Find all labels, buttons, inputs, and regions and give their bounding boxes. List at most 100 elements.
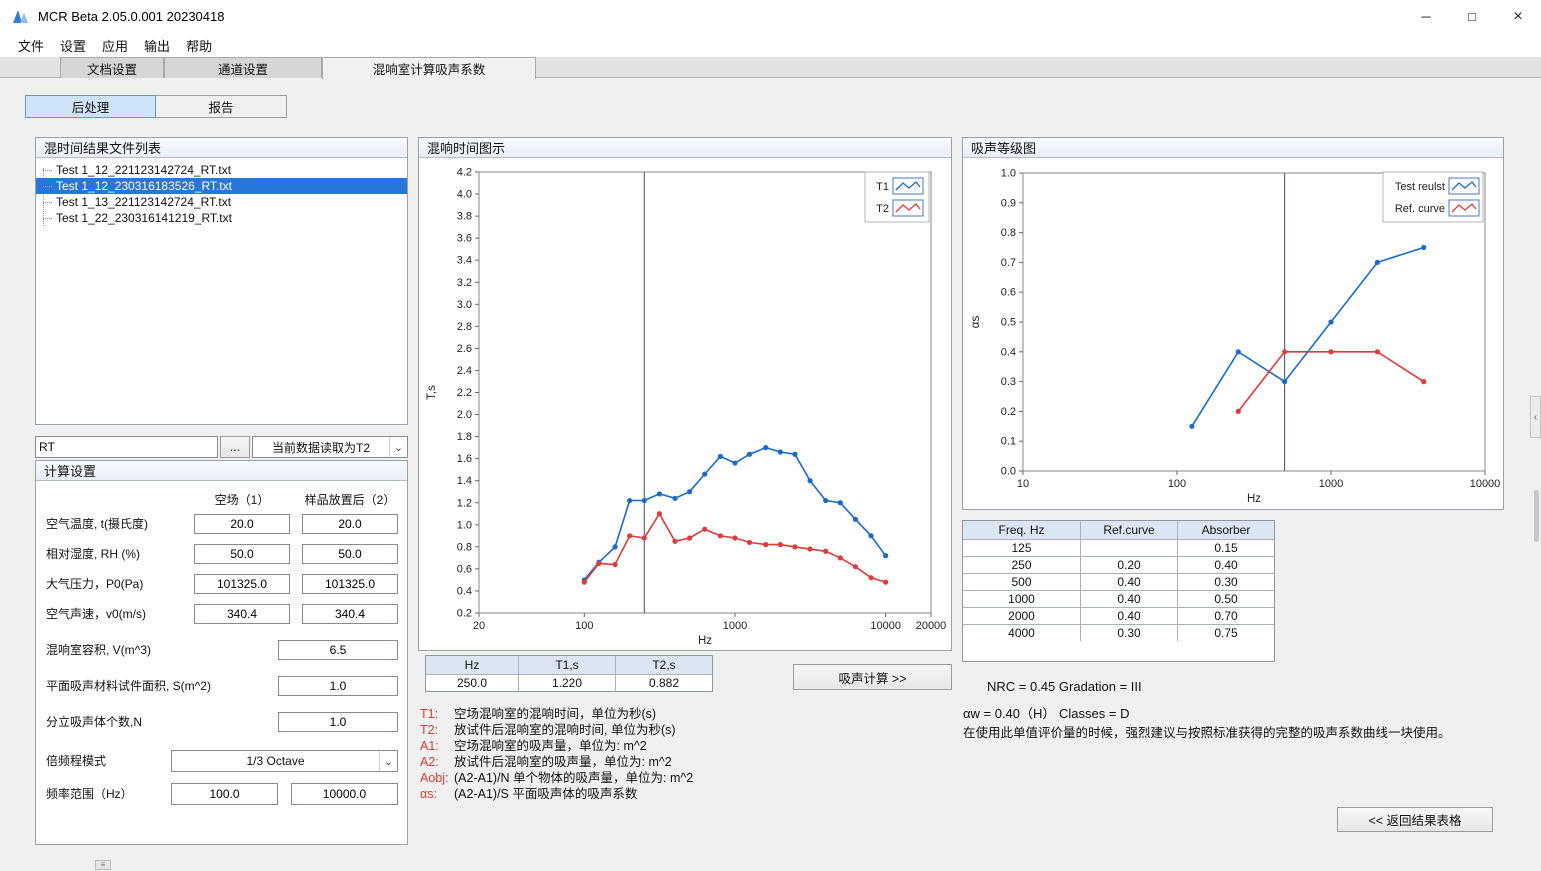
svg-text:0.6: 0.6	[1001, 287, 1016, 299]
note-alpha-s: αs:(A2-A1)/S 平面吸声体的吸声系数	[420, 786, 693, 802]
absorber-count-field[interactable]	[278, 712, 398, 732]
list-item-selected[interactable]: Test 1_12_230316183526_RT.txt	[36, 178, 407, 194]
svg-text:2.2: 2.2	[457, 387, 472, 399]
temperature-field-1[interactable]	[194, 514, 290, 534]
abs-cell-freq: 1000	[963, 590, 1080, 607]
legend-notes: T1:空场混响室的混响时间，单位为秒(s) T2:放试件后混响室的混响时间, 单…	[420, 706, 693, 802]
abs-cell-ref: 0.40	[1080, 590, 1177, 607]
pressure-field-1[interactable]	[194, 574, 290, 594]
svg-text:1.0: 1.0	[1001, 168, 1016, 180]
svg-text:1.8: 1.8	[457, 431, 472, 443]
menu-item-settings[interactable]: 设置	[52, 34, 94, 57]
note-key: T2:	[420, 722, 454, 738]
collapse-panel-handle[interactable]: ‹	[1530, 396, 1541, 438]
note-aobj: Aobj:(A2-A1)/N 单个物体的吸声量，单位为: m^2	[420, 770, 693, 786]
maximize-button[interactable]: □	[1449, 0, 1495, 33]
rt-table-header-t2: T2,s	[615, 656, 712, 674]
svg-text:10: 10	[1017, 478, 1029, 490]
field-label-humidity: 相对湿度, RH (%)	[46, 544, 140, 564]
browse-button[interactable]: ...	[220, 436, 250, 458]
field-label-octave-mode: 倍频程模式	[46, 750, 106, 772]
octave-mode-dropdown[interactable]: 1/3 Octave ⌄	[171, 750, 398, 772]
rt-chart[interactable]: 0.20.40.60.81.01.21.41.61.82.02.22.42.62…	[419, 158, 951, 649]
room-volume-field[interactable]	[278, 640, 398, 660]
chevron-down-icon[interactable]: ⌄	[389, 437, 407, 457]
svg-text:Ref. curve: Ref. curve	[1395, 203, 1445, 215]
field-label-temperature: 空气温度, t(摄氏度)	[46, 514, 148, 534]
freq-max-field[interactable]	[291, 783, 398, 805]
vertical-scrollbar-thumb[interactable]	[1534, 490, 1539, 542]
window-title: MCR Beta 2.05.0.001 20230418	[38, 9, 224, 24]
sound-speed-field-2[interactable]	[302, 604, 398, 624]
chevron-down-icon[interactable]: ⌄	[379, 751, 397, 771]
calc-row-absorber-count: 分立吸声体个数,N	[36, 712, 407, 732]
calc-row-sound-speed: 空气声速，v0(m/s)	[36, 604, 407, 624]
svg-text:αs: αs	[970, 316, 982, 329]
svg-text:0.4: 0.4	[1001, 346, 1016, 358]
file-list: Test 1_12_221123142724_RT.txt Test 1_12_…	[36, 158, 407, 226]
list-item[interactable]: Test 1_22_230316141219_RT.txt	[36, 210, 407, 226]
svg-text:0.2: 0.2	[457, 608, 472, 620]
svg-text:0.5: 0.5	[1001, 317, 1016, 329]
back-to-results-button[interactable]: << 返回结果表格	[1337, 807, 1493, 832]
note-text: 空场混响室的混响时间，单位为秒(s)	[454, 707, 656, 721]
svg-text:0.3: 0.3	[1001, 376, 1016, 388]
subtab-report[interactable]: 报告	[155, 95, 287, 118]
menu-item-file[interactable]: 文件	[10, 34, 52, 57]
svg-text:1.2: 1.2	[457, 497, 472, 509]
svg-text:3.0: 3.0	[457, 299, 472, 311]
svg-text:Hz: Hz	[698, 635, 712, 647]
abs-cell-absorber: 0.75	[1177, 624, 1274, 641]
svg-text:4.0: 4.0	[457, 189, 472, 201]
svg-text:1.0: 1.0	[457, 519, 472, 531]
list-item[interactable]: Test 1_12_221123142724_RT.txt	[36, 162, 407, 178]
file-list-panel: 混时间结果文件列表 Test 1_12_221123142724_RT.txt …	[35, 137, 408, 425]
list-item[interactable]: Test 1_13_221123142724_RT.txt	[36, 194, 407, 210]
svg-text:0.8: 0.8	[457, 541, 472, 553]
tab-document-settings[interactable]: 文档设置	[60, 57, 164, 78]
pressure-field-2[interactable]	[302, 574, 398, 594]
temperature-field-2[interactable]	[302, 514, 398, 534]
tab-reverb-absorption[interactable]: 混响室计算吸声系数	[322, 57, 536, 79]
overflow-grip[interactable]: ≡	[95, 860, 111, 870]
menu-item-help[interactable]: 帮助	[178, 34, 220, 57]
field-label-freq-range: 频率范围（Hz）	[46, 783, 133, 805]
rt-name-input[interactable]	[35, 436, 218, 458]
note-t1: T1:空场混响室的混响时间，单位为秒(s)	[420, 706, 693, 722]
absorption-calc-button[interactable]: 吸声计算 >>	[793, 664, 952, 690]
svg-text:3.2: 3.2	[457, 277, 472, 289]
svg-text:Hz: Hz	[1247, 493, 1261, 505]
close-button[interactable]: ×	[1495, 0, 1541, 33]
svg-text:3.8: 3.8	[457, 211, 472, 223]
sound-speed-field-1[interactable]	[194, 604, 290, 624]
calc-row-humidity: 相对湿度, RH (%)	[36, 544, 407, 564]
svg-text:10000: 10000	[1470, 478, 1501, 490]
humidity-field-2[interactable]	[302, 544, 398, 564]
svg-text:3.6: 3.6	[457, 233, 472, 245]
svg-text:2.8: 2.8	[457, 321, 472, 333]
svg-text:10000: 10000	[870, 620, 901, 632]
note-key: A2:	[420, 754, 454, 770]
svg-text:100: 100	[575, 620, 593, 632]
absorption-chart[interactable]: 0.00.10.20.30.40.50.60.70.80.91.01010010…	[963, 158, 1503, 508]
calc-row-octave-mode: 倍频程模式 1/3 Octave ⌄	[36, 750, 407, 772]
menu-item-apply[interactable]: 应用	[94, 34, 136, 57]
absorption-chart-title: 吸声等级图	[971, 138, 1036, 157]
note-key: αs:	[420, 786, 454, 802]
abs-cell-freq: 125	[963, 539, 1080, 556]
abs-table-header-ref: Ref.curve	[1080, 521, 1177, 539]
minimize-button[interactable]: ─	[1403, 0, 1449, 33]
freq-min-field[interactable]	[171, 783, 278, 805]
field-label-sound-speed: 空气声速，v0(m/s)	[46, 604, 146, 624]
rt-chart-panel: 混响时间图示 0.20.40.60.81.01.21.41.61.82.02.2…	[418, 137, 952, 651]
svg-text:4.2: 4.2	[457, 167, 472, 179]
calc-row-sample-area: 平面吸声材料试件面积, S(m^2)	[36, 676, 407, 696]
calc-row-pressure: 大气压力，P0(Pa)	[36, 574, 407, 594]
data-mode-dropdown[interactable]: 当前数据读取为T2 ⌄	[252, 436, 408, 458]
subtab-postprocess[interactable]: 后处理	[25, 95, 156, 118]
svg-text:0.0: 0.0	[1001, 466, 1016, 478]
tab-channel-settings[interactable]: 通道设置	[164, 57, 322, 78]
menu-item-output[interactable]: 输出	[136, 34, 178, 57]
sample-area-field[interactable]	[278, 676, 398, 696]
humidity-field-1[interactable]	[194, 544, 290, 564]
